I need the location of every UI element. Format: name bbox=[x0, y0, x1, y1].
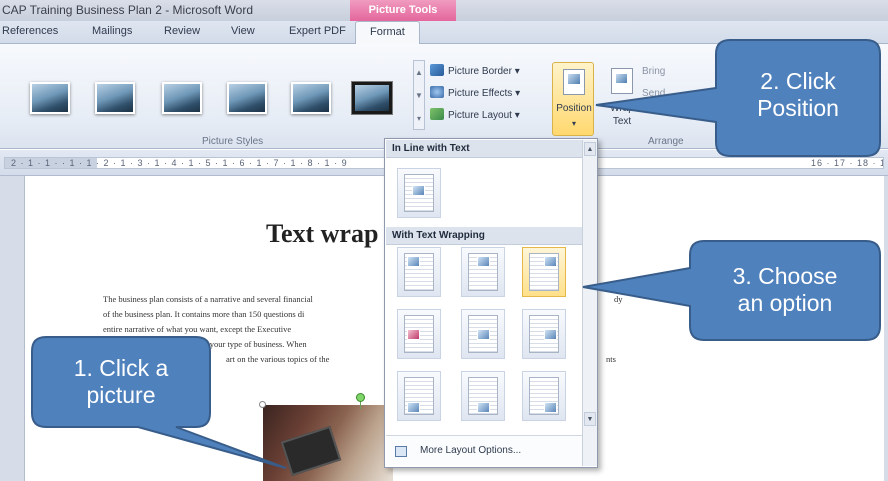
callout-step1: 1. Click a picture bbox=[73, 355, 169, 408]
callout-step2: 2. Click Position bbox=[757, 68, 839, 121]
callout-step3: 3. Choose an option bbox=[732, 263, 838, 316]
word-screenshot: CAP Training Business Plan 2 - Microsoft… bbox=[0, 0, 888, 481]
